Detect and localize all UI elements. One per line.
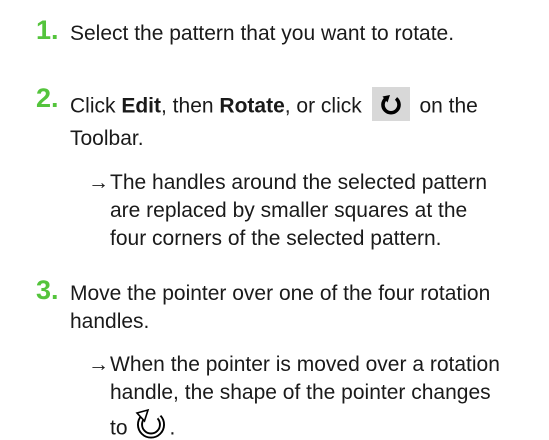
rotate-tool-icon [371, 87, 410, 121]
step-3-result-text-period: . [169, 416, 176, 440]
edit-menu-label: Edit [121, 94, 162, 118]
step-2-text-d: on the [419, 94, 478, 118]
step-2-toolbar-text: Toolbar. [70, 127, 144, 150]
step-1-text: Select the pattern that you want to rota… [70, 22, 455, 45]
step-1-number: 1. [36, 15, 59, 45]
step-3-result-line-1: →When the pointer is moved over a rotati… [88, 352, 500, 378]
step-3-result-line-2: handle, the shape of the pointer changes [110, 381, 491, 404]
step-3-result-line-3: to . [110, 408, 176, 440]
step-3-number: 3. [36, 275, 59, 305]
result-arrow: → [88, 353, 109, 376]
step-3-result-text-to: to [110, 416, 128, 440]
step-2-result-line-1: →The handles around the selected pattern [88, 170, 487, 196]
step-2-text-c: , or click [284, 94, 362, 118]
step-3-line-2: handles. [70, 310, 150, 333]
step-2-text-b: , then [161, 94, 220, 118]
rotate-menu-label: Rotate [219, 94, 285, 118]
step-2-result-line-2: are replaced by smaller squares at the [110, 199, 468, 222]
step-3-result-text-1: When the pointer is moved over a rotatio… [110, 353, 500, 376]
step-2-number: 2. [36, 83, 59, 113]
step-2-instruction: Click Edit, then Rotate, or click on the [70, 87, 478, 124]
result-arrow: → [88, 171, 109, 194]
step-2-result-line-3: four corners of the selected pattern. [110, 227, 442, 250]
step-2-result-text-1: The handles around the selected pattern [110, 171, 488, 194]
step-2-text-a: Click [70, 94, 122, 118]
rotate-pointer-icon [132, 408, 170, 440]
step-3-line-1: Move the pointer over one of the four ro… [70, 282, 491, 305]
